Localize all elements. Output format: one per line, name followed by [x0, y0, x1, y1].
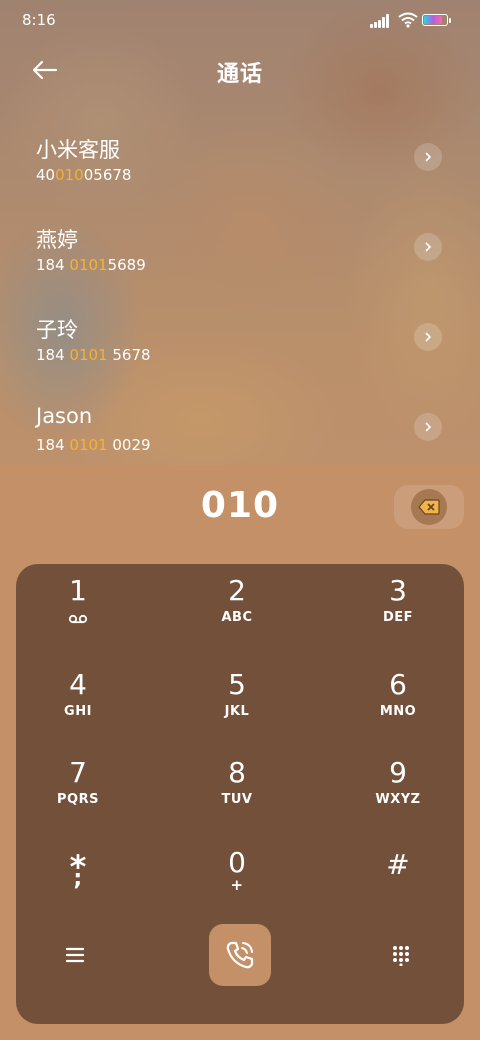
contact-result-item[interactable]: 小米客服 4001005678 [0, 120, 480, 200]
key-star[interactable]: * ; [18, 836, 138, 916]
key-letters: GHI [64, 704, 92, 719]
page-title: 通话 [216, 62, 263, 87]
key-5[interactable]: 5 JKL [177, 658, 297, 738]
key-digit: 8 [228, 756, 246, 789]
key-9[interactable]: 9 WXYZ [338, 746, 458, 826]
key-4[interactable]: 4 GHI [18, 658, 138, 738]
key-digit: 6 [389, 668, 407, 701]
backspace-icon [418, 499, 440, 515]
dial-pad: 1 2 ABC 3 DEF 4 GHI 5 JKL 6 MNO 7 PQRS 8… [16, 564, 464, 1024]
key-3[interactable]: 3 DEF [338, 564, 458, 644]
key-digit: 9 [389, 756, 407, 789]
key-digit: 1 [69, 574, 87, 607]
status-time: 8:16 [22, 11, 56, 29]
key-digit: 0 [228, 846, 246, 879]
dial-display: 010 [0, 465, 480, 555]
chevron-right-icon[interactable] [414, 233, 442, 261]
key-2[interactable]: 2 ABC [177, 564, 297, 644]
key-1[interactable]: 1 [18, 564, 138, 644]
phone-icon [226, 941, 254, 969]
voicemail-icon [68, 614, 88, 624]
key-letters: JKL [224, 704, 250, 719]
contact-result-item[interactable]: 燕婷 184 01015689 [0, 210, 480, 290]
key-digit: 7 [69, 756, 87, 789]
key-8[interactable]: 8 TUV [177, 746, 297, 826]
key-letters: DEF [382, 610, 414, 625]
key-digit: # [386, 848, 410, 881]
key-letters: ABC [221, 610, 253, 625]
key-7[interactable]: 7 PQRS [18, 746, 138, 826]
contact-number: 184 0101 5678 [36, 346, 151, 364]
key-letters: TUV [221, 792, 253, 807]
key-letters: MNO [379, 704, 417, 719]
chevron-right-icon[interactable] [414, 143, 442, 171]
key-digit: 4 [69, 668, 87, 701]
contact-name: 燕婷 [36, 228, 78, 252]
contact-number: 184 0101 0029 [36, 436, 151, 454]
contact-number: 184 01015689 [36, 256, 146, 274]
key-letters: PQRS [57, 792, 99, 807]
signal-icon [370, 14, 392, 28]
key-letters: ; [73, 866, 83, 891]
key-digit: 2 [228, 574, 246, 607]
key-hash[interactable]: # [338, 836, 458, 916]
menu-icon[interactable] [64, 944, 86, 966]
contact-name: 小米客服 [36, 138, 120, 162]
contact-result-item[interactable]: Jason 184 0101 0029 [0, 390, 480, 470]
wifi-icon [398, 12, 418, 28]
key-0[interactable]: 0 + [177, 836, 297, 916]
contact-name: Jason [36, 404, 93, 428]
key-letters: WXYZ [375, 792, 421, 807]
chevron-right-icon[interactable] [414, 323, 442, 351]
delete-button[interactable] [394, 485, 464, 529]
contact-result-item[interactable]: 子玲 184 0101 5678 [0, 300, 480, 380]
contact-number: 4001005678 [36, 166, 132, 184]
chevron-right-icon[interactable] [414, 413, 442, 441]
key-6[interactable]: 6 MNO [338, 658, 458, 738]
contact-name: 子玲 [36, 318, 78, 342]
battery-icon [422, 14, 451, 26]
key-digit: 3 [389, 574, 407, 607]
status-bar: 8:16 [0, 0, 480, 40]
key-letters: + [230, 876, 244, 894]
call-button[interactable] [209, 924, 271, 986]
key-digit: 5 [228, 668, 246, 701]
dialpad-toggle-icon[interactable] [390, 944, 412, 966]
